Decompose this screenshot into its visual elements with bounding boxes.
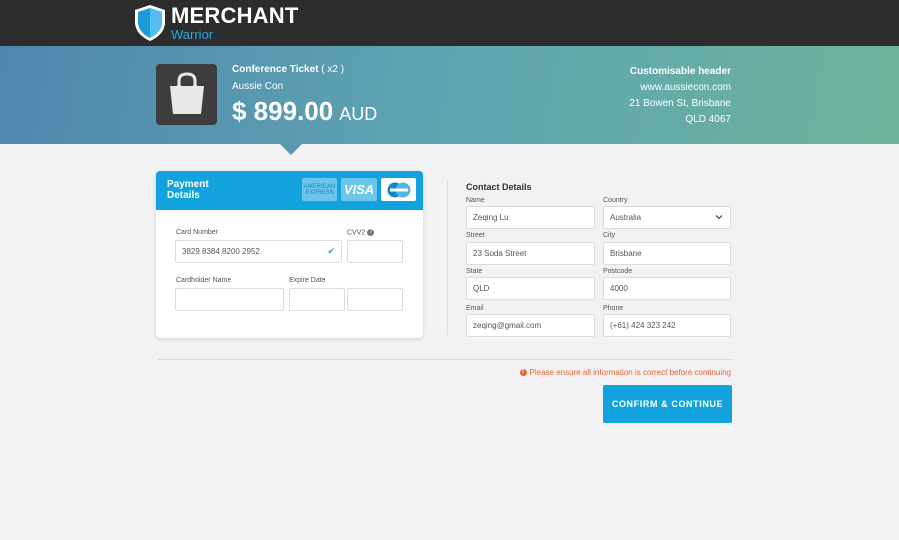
postcode-input[interactable]: 4000 — [603, 277, 731, 300]
phone-input[interactable]: (+61) 424 323 242 — [603, 314, 731, 337]
email-label: Email — [466, 305, 484, 312]
brand-subname: Warrior — [171, 27, 214, 42]
product-thumbnail — [156, 64, 217, 125]
visa-logo: VISA — [341, 178, 377, 201]
city-input[interactable]: Brisbane — [603, 242, 731, 265]
price: $ 899.00 AUD — [232, 96, 377, 127]
payment-card-header: Payment Details AMERICAN EXPRESS VISA — [156, 171, 423, 210]
street-label: Street — [466, 232, 485, 239]
country-label: Country — [603, 197, 628, 204]
shopping-bag-icon — [170, 72, 204, 114]
postcode-label: Postcode — [603, 268, 633, 275]
state-label: State — [466, 268, 483, 275]
price-amount: $ 899.00 — [232, 96, 334, 126]
ticket-info: Conference Ticket ( x2 ) Aussie Con $ 89… — [232, 64, 377, 127]
name-input[interactable]: Zeqing Lu — [466, 206, 595, 229]
street-input[interactable]: 23 Soda Street — [466, 242, 595, 265]
country-value: Australia — [610, 213, 642, 222]
contact-details-title: Contact Details — [466, 182, 532, 192]
merchant-address-line1: 21 Bowen St, Brisbane — [629, 98, 731, 109]
cardholder-input[interactable] — [175, 288, 284, 311]
city-label: City — [603, 232, 616, 239]
merchant-info: Customisable header www.aussiecon.com 21… — [629, 64, 731, 128]
cvv-label-text: CVV2 — [347, 229, 366, 237]
phone-label: Phone — [603, 305, 624, 312]
amex-logo: AMERICAN EXPRESS — [302, 178, 337, 201]
section-divider — [447, 181, 448, 335]
brand-name: MERCHANT — [171, 3, 299, 28]
footer-divider — [158, 359, 731, 360]
warning-text: Please ensure all information is correct… — [529, 368, 731, 377]
merchant-warrior-logo: MERCHANT Warrior — [133, 4, 298, 42]
shield-icon — [135, 5, 165, 41]
top-bar: MERCHANT Warrior — [0, 0, 899, 46]
country-select[interactable]: Australia — [603, 206, 731, 229]
expiry-label: Expire Date — [289, 277, 326, 284]
event-name: Aussie Con — [232, 81, 284, 92]
name-label: Name — [466, 197, 485, 204]
merchant-website: www.aussiecon.com — [640, 82, 731, 93]
mastercard-logo — [381, 178, 416, 201]
ticket-title: Conference Ticket ( x2 ) — [232, 64, 377, 75]
state-input[interactable]: QLD — [466, 277, 595, 300]
help-icon[interactable]: ? — [367, 229, 375, 236]
email-input[interactable]: zeqing@gmail.com — [466, 314, 595, 337]
ticket-quantity: ( x2 ) — [321, 64, 345, 75]
expiry-month-input[interactable] — [289, 288, 345, 311]
confirm-continue-button[interactable]: CONFIRM & CONTINUE — [603, 385, 732, 423]
order-summary-header — [0, 46, 899, 144]
card-number-value: 3829 8384 8200 2952 — [182, 247, 260, 256]
check-icon: ✔ — [327, 246, 335, 256]
cardholder-label: Cardholder Name — [176, 277, 232, 284]
price-currency: AUD — [339, 104, 378, 124]
amex-logo-text-2: EXPRESS — [305, 189, 334, 196]
payment-details-card: Payment Details AMERICAN EXPRESS VISA Car… — [156, 171, 423, 338]
merchant-address-line2: QLD 4067 — [685, 114, 731, 125]
mastercard-icon — [387, 182, 410, 197]
payment-title: Payment Details — [167, 179, 209, 201]
card-number-input[interactable]: 3829 8384 8200 2952 ✔ — [175, 240, 342, 263]
header-pointer — [280, 144, 302, 155]
validation-warning: ! Please ensure all information is corre… — [519, 368, 731, 377]
ticket-name: Conference Ticket — [232, 64, 319, 75]
cvv-input[interactable] — [347, 240, 403, 263]
expiry-year-input[interactable] — [347, 288, 403, 311]
cvv-label: CVV2? — [347, 229, 375, 237]
warning-icon: ! — [519, 369, 527, 376]
chevron-down-icon — [715, 215, 723, 220]
card-number-label: Card Number — [176, 229, 219, 236]
merchant-header: Customisable header — [629, 66, 731, 77]
